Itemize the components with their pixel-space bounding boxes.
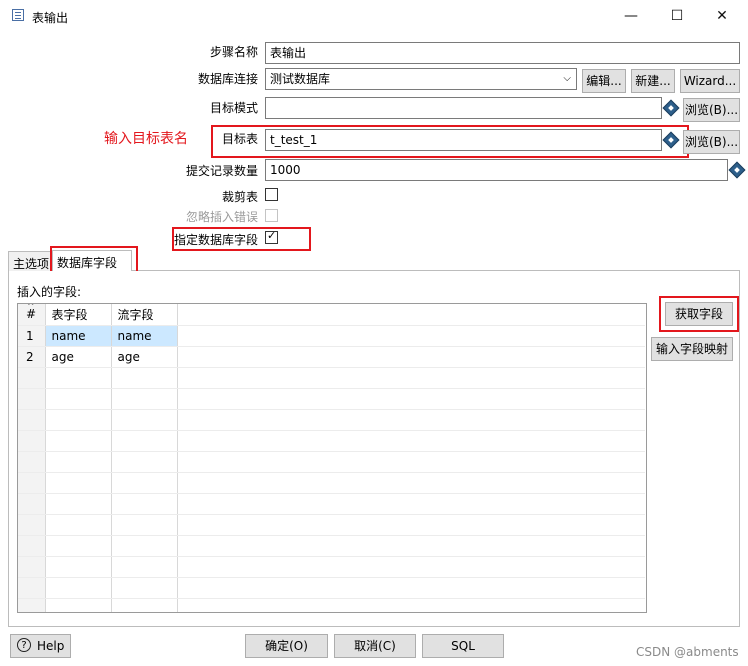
truncate-checkbox[interactable] xyxy=(265,188,278,201)
ignore-errors-label: 忽略插入错误 xyxy=(185,210,258,224)
commit-size-label: 提交记录数量 xyxy=(185,164,258,178)
table-row[interactable]: 1 name name xyxy=(18,325,645,347)
variable-icon[interactable] xyxy=(662,99,680,117)
specify-fields-label: 指定数据库字段 xyxy=(173,233,258,247)
title-bar: 表输出 — ☐ ✕ xyxy=(0,0,748,32)
wizard-button[interactable]: Wizard... xyxy=(680,69,740,93)
sql-button[interactable]: SQL xyxy=(422,634,504,658)
target-table-input[interactable]: t_test_1 xyxy=(265,129,662,151)
table-row xyxy=(18,535,645,557)
target-table-label: 目标表 xyxy=(221,132,258,146)
annotation-text: 输入目标表名 xyxy=(104,131,188,147)
table-row xyxy=(18,598,645,612)
table-row xyxy=(18,451,645,473)
target-schema-label: 目标模式 xyxy=(209,101,258,115)
db-connection-label: 数据库连接 xyxy=(197,72,258,86)
fields-grid[interactable]: # 表字段 流字段 1 name name 2 age age xyxy=(18,304,645,612)
check-icon: ✓ xyxy=(267,229,277,242)
help-icon: ? xyxy=(17,638,31,652)
fields-panel-title: 插入的字段: xyxy=(17,285,82,299)
browse-table-button[interactable]: 浏览(B)... xyxy=(683,130,740,154)
variable-icon[interactable] xyxy=(728,161,746,179)
fields-table[interactable]: # 表字段 流字段 1 name name 2 age age ^ xyxy=(17,303,647,613)
ignore-errors-checkbox xyxy=(265,209,278,222)
table-row xyxy=(18,577,645,599)
db-connection-select[interactable]: 测试数据库 ⌵ xyxy=(265,68,577,90)
ok-button[interactable]: 确定(O) xyxy=(245,634,328,658)
watermark: CSDN @abments xyxy=(636,645,739,659)
tab-content-panel: 插入的字段: # 表字段 流字段 1 name name 2 age age ^… xyxy=(8,271,740,627)
table-output-icon xyxy=(12,9,24,21)
target-schema-input[interactable] xyxy=(265,97,662,119)
db-fields-tab-highlight xyxy=(50,246,138,273)
chevron-down-icon[interactable]: ⌵ xyxy=(563,69,571,89)
window-title: 表输出 xyxy=(32,11,69,25)
step-name-input[interactable]: 表输出 xyxy=(265,42,740,64)
minimize-button[interactable]: — xyxy=(620,6,642,26)
table-header: # 表字段 流字段 xyxy=(18,304,645,326)
help-label: Help xyxy=(37,639,65,653)
db-connection-value: 测试数据库 xyxy=(270,72,331,86)
new-connection-button[interactable]: 新建... xyxy=(631,69,675,93)
specify-fields-checkbox[interactable]: ✓ xyxy=(265,229,278,244)
cancel-button[interactable]: 取消(C) xyxy=(334,634,416,658)
table-row[interactable]: 2 age age xyxy=(18,346,645,368)
get-fields-button[interactable]: 获取字段 xyxy=(665,302,733,326)
table-row xyxy=(18,556,645,578)
table-row xyxy=(18,472,645,494)
tab-main-options[interactable]: 主选项 xyxy=(8,251,52,271)
table-row xyxy=(18,388,645,410)
truncate-label: 裁剪表 xyxy=(221,190,258,204)
commit-size-input[interactable]: 1000 xyxy=(265,159,728,181)
maximize-button[interactable]: ☐ xyxy=(666,6,688,26)
table-row xyxy=(18,430,645,452)
browse-schema-button[interactable]: 浏览(B)... xyxy=(683,98,740,122)
enter-mapping-button[interactable]: 输入字段映射 xyxy=(651,337,733,361)
step-name-label: 步骤名称 xyxy=(209,45,258,59)
help-button[interactable]: ? Help xyxy=(10,634,71,658)
tab-main-options-label: 主选项 xyxy=(13,257,50,271)
table-row xyxy=(18,514,645,536)
close-button[interactable]: ✕ xyxy=(711,6,733,26)
table-row xyxy=(18,367,645,389)
sort-icon[interactable]: ^ xyxy=(27,304,35,312)
table-row xyxy=(18,409,645,431)
edit-connection-button[interactable]: 编辑... xyxy=(582,69,626,93)
table-row xyxy=(18,493,645,515)
column-header-table-field[interactable]: 表字段 xyxy=(45,304,112,326)
column-header-stream-field[interactable]: 流字段 xyxy=(111,304,178,326)
